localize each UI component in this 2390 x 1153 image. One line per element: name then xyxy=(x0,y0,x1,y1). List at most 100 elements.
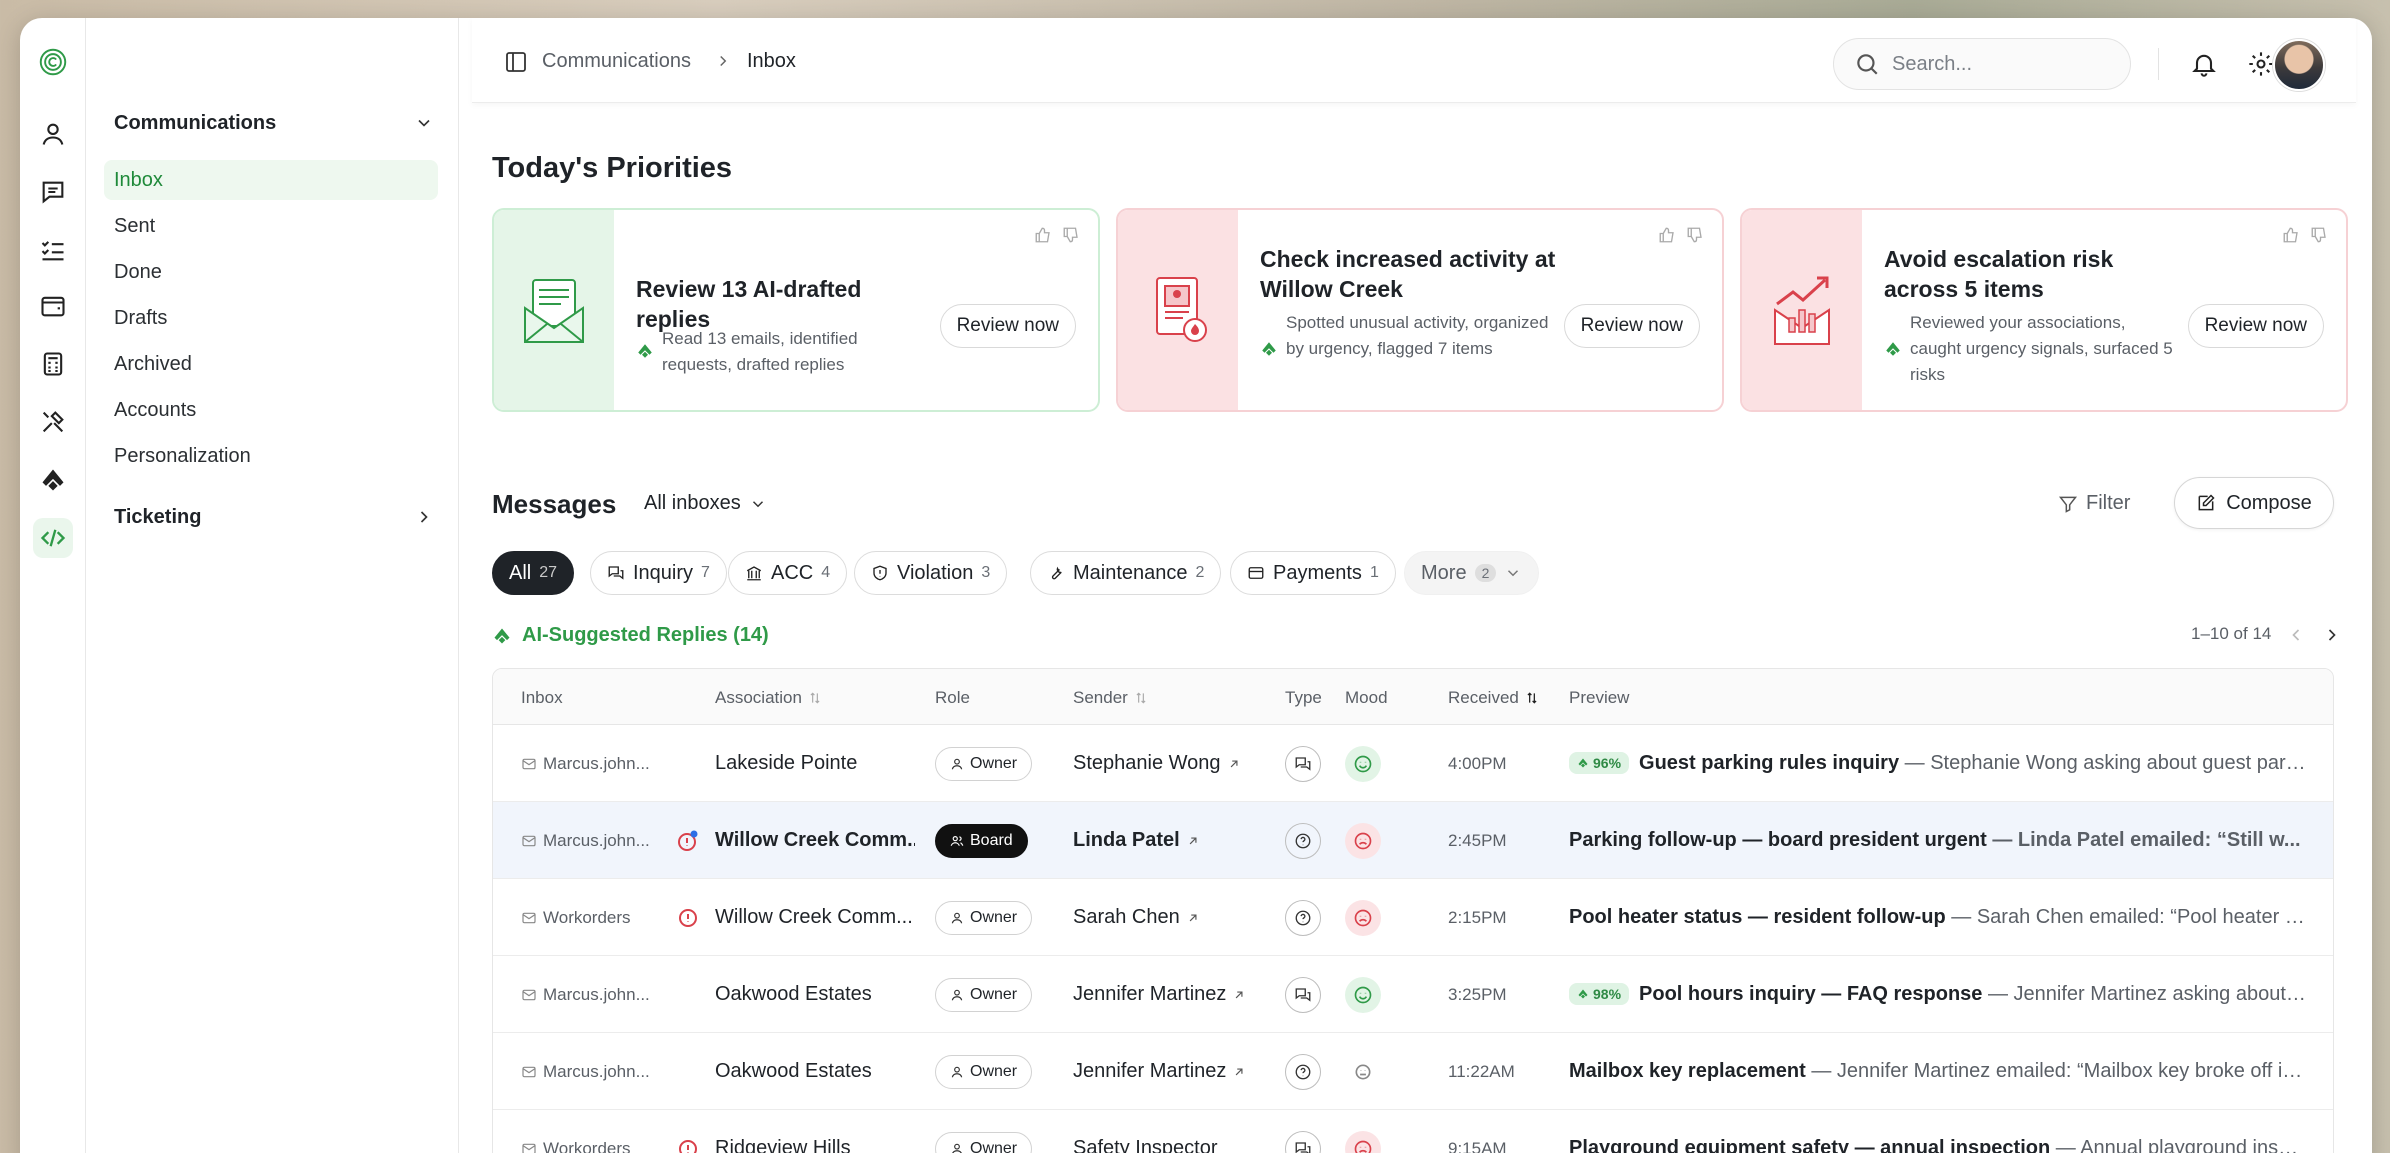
row-role: Owner xyxy=(935,1033,1055,1110)
chip-count: 2 xyxy=(1195,564,1205,581)
user-icon xyxy=(951,758,963,769)
chip-violation[interactable]: Violation 3 xyxy=(854,551,1008,595)
smile-icon xyxy=(1345,745,1381,782)
row-sender[interactable]: Safety Inspector xyxy=(1073,1110,1273,1153)
brand-mark-icon[interactable] xyxy=(33,460,73,500)
priority-card-willow-creek[interactable]: Check increased activity at Willow Creek… xyxy=(1116,208,1724,412)
column-label: Sender xyxy=(1073,688,1128,707)
chip-acc[interactable]: ACC 4 xyxy=(728,551,848,595)
ai-suggested-replies-heading[interactable]: AI-Suggested Replies (14) xyxy=(492,624,769,647)
messages-icon[interactable] xyxy=(33,172,73,212)
urgent-unread-icon xyxy=(678,830,698,851)
user-icon[interactable] xyxy=(33,114,73,154)
table-row[interactable]: Marcus.john... Oakwood Estates Owner Jen… xyxy=(493,956,2333,1033)
column-header-sender[interactable]: Sender xyxy=(1073,688,1148,708)
avatar[interactable] xyxy=(2273,39,2325,91)
row-sender[interactable]: Jennifer Martinez xyxy=(1073,1033,1273,1110)
thumbs-down-icon[interactable] xyxy=(1062,226,1080,244)
row-preview[interactable]: 98% Pool hours inquiry — FAQ response — J… xyxy=(1569,956,2309,1033)
nav-item-inbox[interactable]: Inbox xyxy=(104,160,438,200)
priorities-title: Today's Priorities xyxy=(492,152,733,184)
urgent-icon xyxy=(679,1139,697,1153)
nav-item-done[interactable]: Done xyxy=(104,252,438,292)
wallet-icon[interactable] xyxy=(33,286,73,326)
thumbs-up-icon[interactable] xyxy=(1034,226,1052,244)
role-badge: Owner xyxy=(935,977,1033,1012)
thumbs-up-icon[interactable] xyxy=(1658,226,1676,244)
search-input[interactable] xyxy=(1892,52,2092,76)
role-badge: Owner xyxy=(935,746,1033,781)
chip-more[interactable]: More 2 xyxy=(1404,551,1540,595)
row-sender[interactable]: Jennifer Martinez xyxy=(1073,956,1273,1033)
nav-item-drafts[interactable]: Drafts xyxy=(104,298,438,338)
row-received: 4:00PM xyxy=(1448,753,1507,773)
chevron-down-icon xyxy=(752,500,763,507)
nav-item-accounts[interactable]: Accounts xyxy=(104,390,438,430)
table-row[interactable]: Marcus.john... Lakeside Pointe Owner Ste… xyxy=(493,725,2333,802)
row-association: Willow Creek Comm... xyxy=(715,829,915,851)
row-sender[interactable]: Linda Patel xyxy=(1073,802,1273,879)
next-page-icon[interactable] xyxy=(2322,625,2342,645)
confidence-value: 96% xyxy=(1593,755,1622,771)
row-preview[interactable]: Mailbox key replacement — Jennifer Marti… xyxy=(1569,1033,2309,1110)
nav-item-sent[interactable]: Sent xyxy=(104,206,438,246)
chip-payments[interactable]: Payments 1 xyxy=(1230,551,1396,595)
table-row[interactable]: Marcus.john... Willow Creek Comm... Boar… xyxy=(493,802,2333,879)
chip-inquiry[interactable]: Inquiry 7 xyxy=(590,551,727,595)
review-now-button[interactable]: Review now xyxy=(2187,304,2324,348)
chip-maintenance[interactable]: Maintenance 2 xyxy=(1030,551,1222,595)
external-link-icon xyxy=(1230,760,1238,767)
chip-count: 2 xyxy=(1474,564,1497,582)
table-row[interactable]: Workorders Willow Creek Comm... Owner Sa… xyxy=(493,879,2333,956)
row-preview[interactable]: Playground equipment safety — annual ins… xyxy=(1569,1110,2309,1153)
row-sender[interactable]: Stephanie Wong xyxy=(1073,725,1273,802)
row-preview[interactable]: Pool heater status — resident follow-up … xyxy=(1569,879,2309,956)
row-received: 2:15PM xyxy=(1448,907,1507,927)
tools-icon[interactable] xyxy=(33,402,73,442)
row-sender[interactable]: Sarah Chen xyxy=(1073,879,1273,956)
priority-card-escalation-risk[interactable]: Avoid escalation risk across 5 items Rev… xyxy=(1740,208,2348,412)
review-now-button[interactable]: Review now xyxy=(939,304,1076,348)
table-row[interactable]: Workorders Ridgeview Hills Owner Safety … xyxy=(493,1110,2333,1153)
pagination-range: 1–10 of 14 xyxy=(2191,624,2272,643)
priority-card-ai-drafts[interactable]: Review 13 AI-drafted replies Read 13 ema… xyxy=(492,208,1100,412)
icon-rail xyxy=(20,18,86,1153)
inbox-filter-dropdown[interactable]: All inboxes xyxy=(644,492,767,515)
ai-sparkle-icon xyxy=(1578,758,1588,768)
sidebar-toggle-icon[interactable] xyxy=(504,50,528,74)
bell-icon[interactable] xyxy=(2190,50,2218,78)
row-association: Oakwood Estates xyxy=(715,983,872,1005)
row-type xyxy=(1285,802,1325,879)
nav-item-personalization[interactable]: Personalization xyxy=(104,436,438,476)
tasks-icon[interactable] xyxy=(33,230,73,270)
row-inbox: Marcus.john... xyxy=(521,802,661,879)
confidence-badge: 98% xyxy=(1569,983,1630,1005)
table-row[interactable]: Marcus.john... Oakwood Estates Owner Jen… xyxy=(493,1033,2333,1110)
compose-button[interactable]: Compose xyxy=(2174,477,2334,529)
calculator-icon[interactable] xyxy=(33,344,73,384)
nav-group-communications[interactable]: Communications xyxy=(114,103,434,143)
filter-button[interactable]: Filter xyxy=(2058,492,2130,515)
row-preview[interactable]: Parking follow-up — board president urge… xyxy=(1569,802,2309,879)
review-now-button[interactable]: Review now xyxy=(1563,304,1700,348)
thumbs-down-icon[interactable] xyxy=(2310,226,2328,244)
gear-icon[interactable] xyxy=(2247,50,2275,78)
column-header-association[interactable]: Association xyxy=(715,688,822,708)
search-box[interactable] xyxy=(1833,38,2131,90)
thumbs-down-icon[interactable] xyxy=(1686,226,1704,244)
thumbs-up-icon[interactable] xyxy=(2282,226,2300,244)
code-icon[interactable] xyxy=(33,518,73,558)
column-label: Inbox xyxy=(521,688,563,707)
prev-page-icon[interactable] xyxy=(2286,625,2306,645)
nav-group-ticketing[interactable]: Ticketing xyxy=(114,497,434,537)
breadcrumb-section[interactable]: Communications xyxy=(542,50,691,73)
column-header-received[interactable]: Received xyxy=(1448,688,1539,708)
row-preview[interactable]: 96% Guest parking rules inquiry — Stephan… xyxy=(1569,725,2309,802)
divider xyxy=(2158,48,2159,80)
nav-item-archived[interactable]: Archived xyxy=(104,344,438,384)
logo-icon[interactable] xyxy=(33,42,73,82)
messages-table: Inbox Association Role Sender Type Mood … xyxy=(492,668,2334,1153)
row-alert xyxy=(676,802,702,879)
chip-all[interactable]: All 27 xyxy=(492,551,575,595)
row-inbox: Marcus.john... xyxy=(521,725,661,802)
